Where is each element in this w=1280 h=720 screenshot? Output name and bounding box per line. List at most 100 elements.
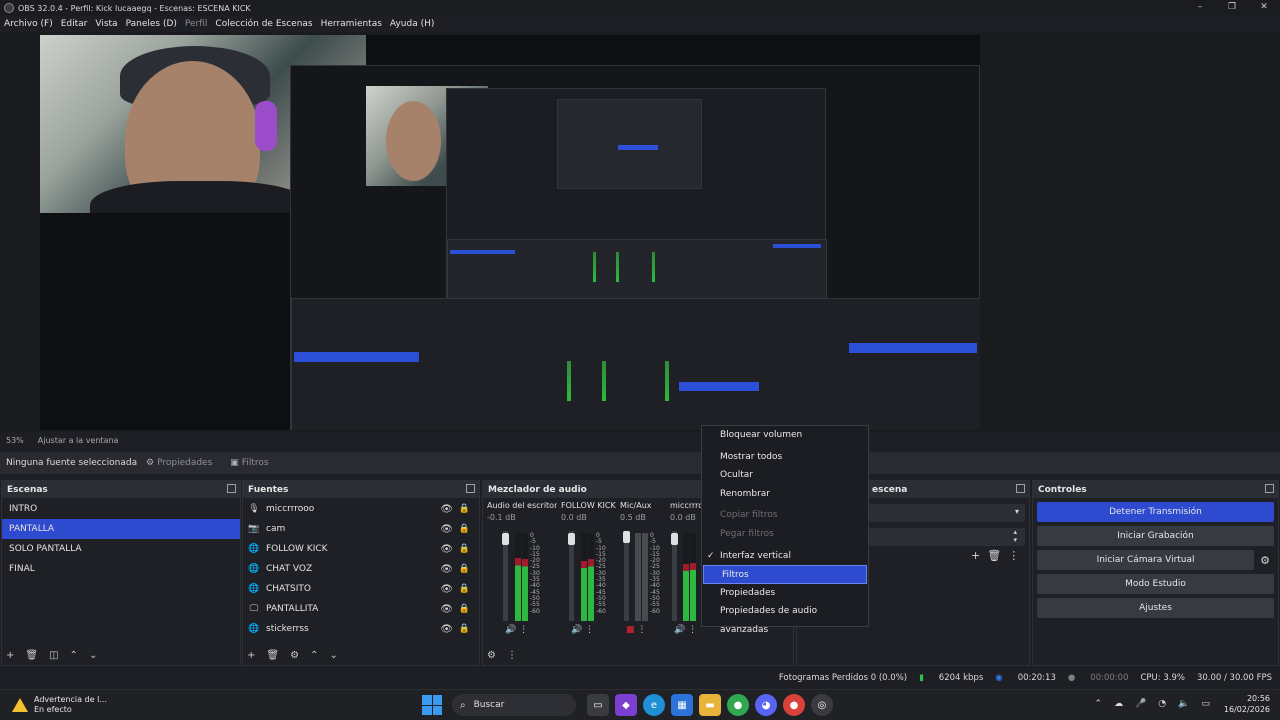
eye-icon[interactable]: 👁: [440, 504, 453, 515]
task-view-icon[interactable]: ▭: [587, 694, 609, 716]
menu-perfil[interactable]: Perfil: [185, 19, 208, 29]
scene-item-active[interactable]: PANTALLA: [2, 519, 240, 539]
start-recording-button[interactable]: Iniciar Grabación: [1037, 526, 1274, 546]
scene-item[interactable]: FINAL: [2, 559, 240, 579]
menu-archivo[interactable]: Archivo (F): [4, 19, 53, 29]
channel-menu-icon[interactable]: ⋮: [585, 625, 594, 635]
system-clock[interactable]: 20:56 16/02/2026: [1224, 693, 1270, 715]
channel-menu-icon[interactable]: ⋮: [519, 625, 528, 635]
speaker-icon[interactable]: 🔊: [505, 625, 516, 635]
stop-streaming-button[interactable]: Detener Transmisión: [1037, 502, 1274, 522]
source-item[interactable]: 🌐 FOLLOW KICK 👁 🔒: [243, 539, 479, 559]
menu-vista[interactable]: Vista: [95, 19, 117, 29]
zoom-level[interactable]: 53%: [6, 436, 24, 445]
virtual-camera-settings-icon[interactable]: ⚙: [1260, 554, 1270, 567]
properties-button[interactable]: ⚙ Propiedades: [146, 458, 212, 468]
transition-menu-icon[interactable]: ⋮: [1008, 549, 1019, 562]
menu-item-vertical-layout[interactable]: ✓ Interfaz vertical: [702, 547, 868, 566]
folder-icon[interactable]: ▬: [699, 694, 721, 716]
lock-icon[interactable]: 🔒: [459, 544, 470, 554]
source-item[interactable]: 🎙 miccrrrooo 👁 🔒: [243, 499, 479, 519]
dock-float-icon[interactable]: [227, 484, 236, 493]
dock-float-icon[interactable]: [466, 484, 475, 493]
transition-select[interactable]: ▾: [869, 504, 1025, 522]
volume-fader[interactable]: [671, 531, 678, 621]
dock-float-icon[interactable]: [1265, 484, 1274, 493]
scene-item[interactable]: INTRO: [2, 499, 240, 519]
remove-scene-button[interactable]: 🗑: [25, 650, 38, 661]
wifi-icon[interactable]: ◔: [1158, 699, 1166, 709]
chrome-profile-icon[interactable]: ●: [783, 694, 805, 716]
menu-item-lock-volume[interactable]: Bloquear volumen: [702, 426, 868, 445]
volume-fader[interactable]: [568, 531, 575, 621]
move-down-icon[interactable]: ⌄: [89, 650, 97, 661]
add-scene-button[interactable]: +: [6, 650, 14, 661]
taskbar-search[interactable]: ⌕ Buscar: [452, 694, 576, 716]
eye-icon[interactable]: 👁: [440, 564, 453, 575]
move-up-icon[interactable]: ⌃: [310, 650, 318, 661]
volume-fader[interactable]: [623, 531, 630, 621]
discord-icon[interactable]: ◕: [755, 694, 777, 716]
volume-icon[interactable]: 🔈: [1178, 699, 1189, 709]
lock-icon[interactable]: 🔒: [459, 584, 470, 594]
preview-area[interactable]: [0, 32, 1280, 432]
source-item[interactable]: 📷 cam 👁 🔒: [243, 519, 479, 539]
speaker-icon[interactable]: 🔊: [674, 625, 685, 635]
lock-icon[interactable]: 🔒: [459, 524, 470, 534]
lock-icon[interactable]: 🔒: [459, 504, 470, 514]
close-button[interactable]: ✕: [1248, 0, 1280, 14]
source-item[interactable]: 🌐 CHATSITO 👁 🔒: [243, 579, 479, 599]
chevron-up-icon[interactable]: ⌃: [1095, 699, 1103, 709]
menu-herramientas[interactable]: Herramientas: [321, 19, 382, 29]
source-item[interactable]: 🖵 PANTALLITA 👁 🔒: [243, 599, 479, 619]
menu-item-filters[interactable]: Filtros: [703, 565, 867, 584]
menu-item-rename[interactable]: Renombrar: [702, 485, 868, 504]
fit-to-window[interactable]: Ajustar a la ventana: [38, 436, 119, 445]
dock-float-icon[interactable]: [1016, 484, 1025, 493]
lock-icon[interactable]: 🔒: [459, 564, 470, 574]
mixer-menu-icon[interactable]: ⋮: [507, 650, 517, 661]
move-up-icon[interactable]: ⌃: [70, 650, 78, 661]
settings-button[interactable]: Ajustes: [1037, 598, 1274, 618]
remove-transition-button[interactable]: 🗑: [987, 549, 1001, 562]
eye-icon[interactable]: 👁: [440, 584, 453, 595]
add-source-button[interactable]: +: [247, 650, 255, 661]
eye-icon[interactable]: 👁: [440, 604, 453, 615]
source-settings-icon[interactable]: ⚙: [290, 650, 299, 661]
copilot-icon[interactable]: ◆: [615, 694, 637, 716]
eye-icon[interactable]: 👁: [440, 624, 453, 635]
source-item[interactable]: 🌐 stickerrss 👁 🔒: [243, 619, 479, 639]
windows-start-icon[interactable]: [422, 695, 442, 715]
volume-fader[interactable]: [502, 531, 509, 621]
channel-menu-icon[interactable]: ⋮: [688, 625, 697, 635]
chrome-icon[interactable]: ●: [727, 694, 749, 716]
scene-filters-icon[interactable]: ◫: [49, 650, 58, 661]
taskbar-warning[interactable]: Advertencia de l... En efecto: [12, 695, 107, 715]
preview-canvas[interactable]: [40, 35, 980, 430]
cloud-icon[interactable]: ☁: [1114, 699, 1123, 709]
battery-icon[interactable]: ▭: [1201, 699, 1210, 709]
obs-icon[interactable]: ◎: [811, 694, 833, 716]
menu-paneles[interactable]: Paneles (D): [126, 19, 177, 29]
studio-mode-button[interactable]: Modo Estudio: [1037, 574, 1274, 594]
minimize-button[interactable]: –: [1184, 0, 1216, 14]
add-transition-button[interactable]: +: [971, 549, 980, 562]
menu-ayuda[interactable]: Ayuda (H): [390, 19, 434, 29]
muted-speaker-icon[interactable]: ■: [626, 625, 635, 635]
start-virtual-camera-button[interactable]: Iniciar Cámara Virtual: [1037, 550, 1255, 570]
store-icon[interactable]: ▦: [671, 694, 693, 716]
source-item[interactable]: 🌐 CHAT VOZ 👁 🔒: [243, 559, 479, 579]
menu-item-advanced-audio[interactable]: Propiedades de audio avanzadas: [702, 602, 868, 635]
channel-menu-icon[interactable]: ⋮: [637, 625, 646, 635]
filters-button[interactable]: ▣ Filtros: [230, 458, 268, 468]
lock-icon[interactable]: 🔒: [459, 624, 470, 634]
lock-icon[interactable]: 🔒: [459, 604, 470, 614]
menu-item-hide[interactable]: Ocultar: [702, 466, 868, 485]
remove-source-button[interactable]: 🗑: [266, 650, 279, 661]
menu-item-properties[interactable]: Propiedades: [702, 584, 868, 603]
move-down-icon[interactable]: ⌄: [329, 650, 337, 661]
duration-input[interactable]: ▴ ▾: [869, 528, 1025, 546]
mic-icon[interactable]: 🎤: [1135, 699, 1146, 709]
menu-editar[interactable]: Editar: [61, 19, 88, 29]
eye-icon[interactable]: 👁: [440, 544, 453, 555]
